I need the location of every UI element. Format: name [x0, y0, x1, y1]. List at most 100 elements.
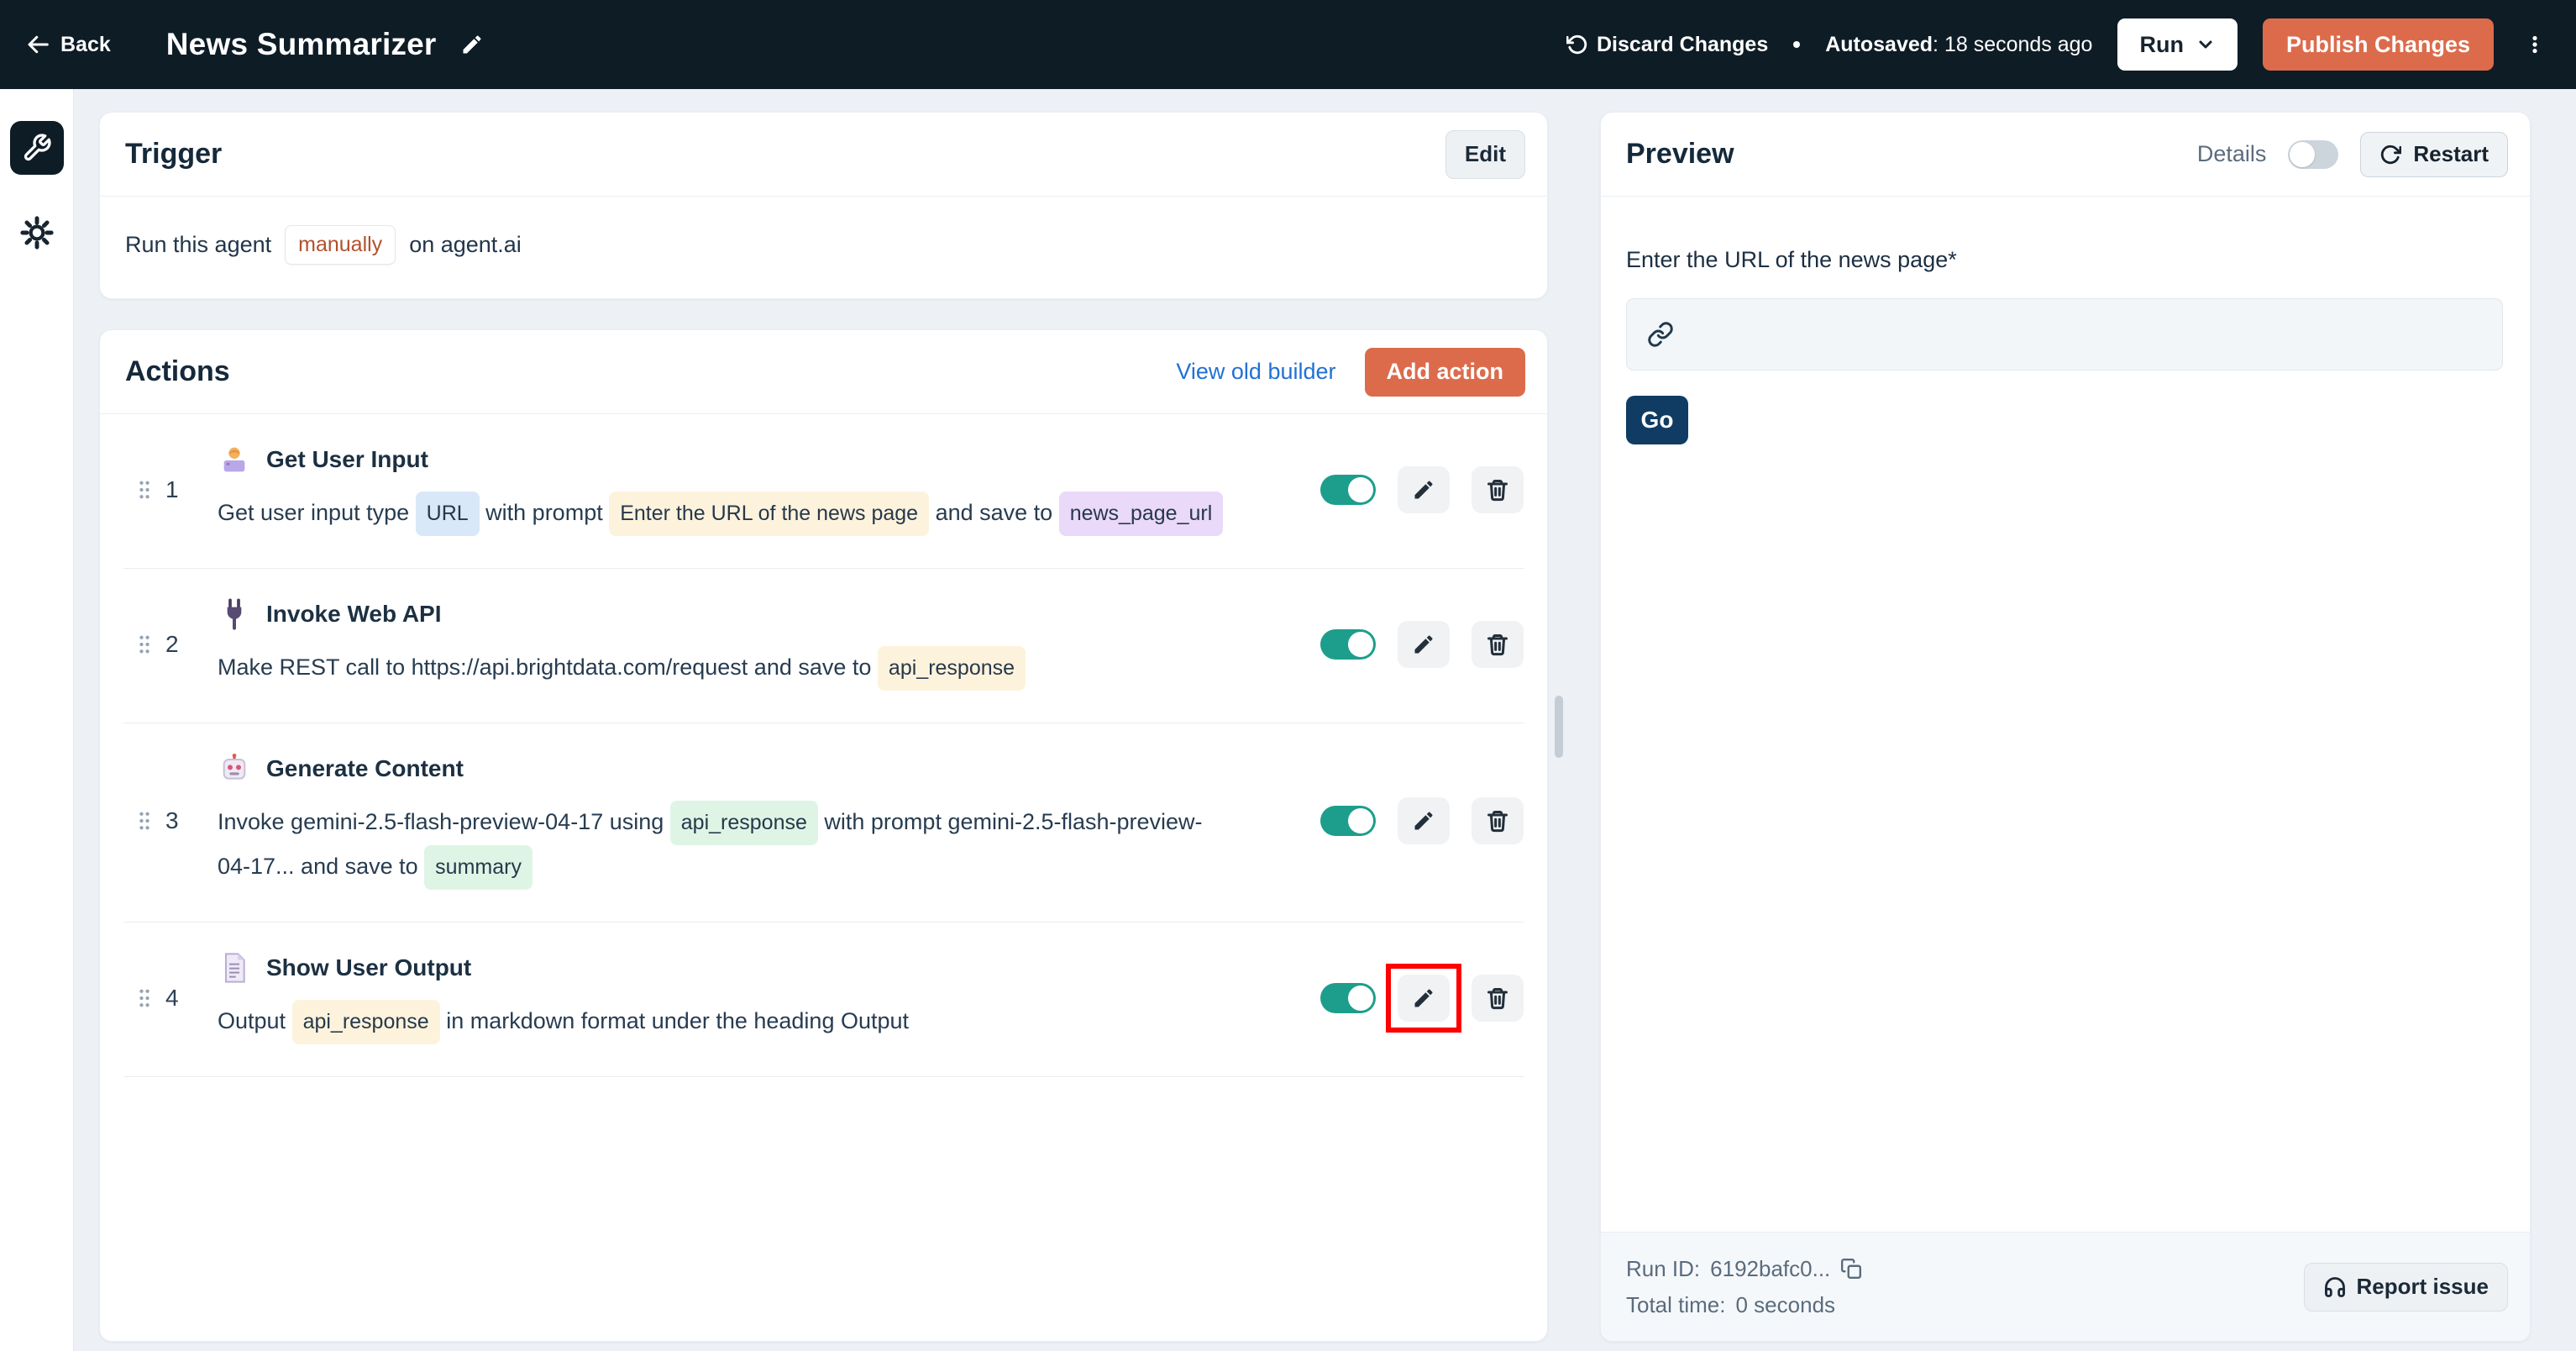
url-field-label: Enter the URL of the news page* — [1626, 247, 1957, 272]
gear-icon — [19, 215, 55, 250]
dot-separator — [1793, 41, 1801, 48]
actions-title: Actions — [125, 355, 230, 387]
url-input[interactable] — [1687, 321, 2482, 348]
action-description: Get user input type URL with prompt Ente… — [218, 492, 1295, 536]
delete-action-button[interactable] — [1472, 465, 1524, 513]
toggle-knob — [1348, 476, 1373, 502]
trash-icon — [1486, 986, 1509, 1010]
action-enabled-toggle[interactable] — [1320, 474, 1376, 505]
drag-handle-icon[interactable] — [137, 479, 152, 501]
settings-tab[interactable] — [19, 215, 55, 250]
trigger-card: Trigger Edit Run this agent manually on … — [99, 112, 1548, 299]
go-button[interactable]: Go — [1626, 396, 1688, 444]
preview-footer: Run ID: 6192bafc0... Total time: 0 secon… — [1601, 1232, 2530, 1341]
description-text: with prompt — [479, 500, 610, 525]
action-number: 3 — [165, 807, 179, 833]
action-number: 1 — [165, 476, 179, 502]
toggle-knob — [1348, 631, 1373, 657]
variable-badge: Enter the URL of the news page — [609, 492, 930, 536]
description-text: in markdown format under the heading Out… — [439, 1008, 910, 1033]
action-enabled-toggle[interactable] — [1320, 806, 1376, 836]
trigger-edit-button[interactable]: Edit — [1445, 129, 1525, 179]
edit-title-icon[interactable] — [460, 33, 484, 56]
pencil-icon — [1412, 478, 1435, 502]
view-old-builder-link[interactable]: View old builder — [1176, 359, 1335, 385]
preview-title: Preview — [1626, 138, 1734, 170]
top-bar: Back News Summarizer Discard Changes Aut… — [0, 0, 2576, 89]
restart-button[interactable]: Restart — [2360, 131, 2508, 177]
history-icon — [1566, 34, 1588, 55]
restart-label: Restart — [2413, 141, 2489, 166]
edit-action-button[interactable] — [1386, 963, 1461, 1033]
vertical-scrollbar-thumb[interactable] — [1555, 696, 1563, 758]
action-title: Get User Input — [266, 446, 428, 472]
page-emoji — [218, 951, 251, 985]
agent-builder-screen: Back News Summarizer Discard Changes Aut… — [0, 0, 2576, 1351]
toggle-knob — [1348, 808, 1373, 833]
trigger-mode-badge[interactable]: manually — [285, 225, 396, 265]
arrow-left-icon — [25, 32, 50, 57]
total-time-label: Total time: — [1626, 1291, 1726, 1317]
headphones-icon — [2323, 1275, 2347, 1299]
plug-emoji — [218, 597, 251, 631]
drag-handle-icon[interactable] — [137, 633, 152, 655]
action-description: Make REST call to https://api.brightdata… — [218, 646, 1295, 691]
pencil-icon — [1412, 633, 1435, 656]
run-button[interactable]: Run — [2117, 18, 2238, 71]
back-button[interactable]: Back — [25, 32, 111, 57]
kebab-menu-icon[interactable] — [2519, 27, 2551, 62]
description-text: Get user input type — [218, 500, 416, 525]
delete-action-button[interactable] — [1472, 797, 1524, 844]
description-text: Invoke gemini-2.5-flash-preview-04-17 us… — [218, 809, 670, 834]
toggle-knob — [2290, 141, 2316, 167]
description-text: Output — [218, 1008, 292, 1033]
variable-badge: api_response — [291, 1000, 440, 1044]
trigger-description: Run this agent manually on agent.ai — [100, 197, 1547, 293]
refresh-icon — [2379, 144, 2402, 166]
action-number: 2 — [165, 630, 179, 657]
trigger-title: Trigger — [125, 138, 223, 170]
edit-action-button[interactable] — [1398, 797, 1450, 844]
variable-badge: URL — [415, 492, 480, 536]
report-issue-button[interactable]: Report issue — [2303, 1262, 2508, 1312]
action-rows: 1 Get User Input Get user input type URL… — [100, 414, 1547, 1077]
pencil-icon — [1412, 986, 1435, 1010]
drag-handle-icon[interactable] — [137, 810, 152, 832]
robot-emoji — [218, 752, 251, 786]
run-id-value: 6192bafc0... — [1710, 1255, 1831, 1281]
add-action-button[interactable]: Add action — [1364, 347, 1525, 397]
description-text: 04-17... and save to — [218, 854, 425, 879]
copy-icon[interactable] — [1840, 1258, 1862, 1280]
action-enabled-toggle[interactable] — [1320, 628, 1376, 660]
back-label: Back — [60, 32, 111, 56]
details-toggle-label: Details — [2196, 141, 2267, 166]
delete-action-button[interactable] — [1472, 974, 1524, 1022]
action-number: 4 — [165, 984, 179, 1011]
page-title: News Summarizer — [165, 27, 437, 61]
trigger-suffix: on agent.ai — [409, 232, 522, 257]
total-time-value: 0 seconds — [1735, 1291, 1836, 1317]
chevron-down-icon — [2196, 34, 2216, 55]
edit-action-button[interactable] — [1398, 620, 1450, 668]
technologist-emoji — [218, 443, 251, 476]
variable-badge: news_page_url — [1058, 492, 1224, 536]
variable-badge: summary — [424, 845, 533, 890]
publish-changes-button[interactable]: Publish Changes — [2262, 18, 2494, 71]
left-rail — [0, 89, 74, 1351]
delete-action-button[interactable] — [1472, 620, 1524, 668]
url-field[interactable] — [1626, 298, 2503, 371]
action-row: 3 Generate Content Invoke gemini-2.5-fla… — [123, 723, 1524, 923]
discard-changes-button[interactable]: Discard Changes — [1566, 33, 1768, 57]
autosave-value: : 18 seconds ago — [1933, 32, 2093, 56]
edit-action-button[interactable] — [1398, 465, 1450, 513]
trigger-prefix: Run this agent — [125, 232, 272, 257]
drag-handle-icon[interactable] — [137, 987, 152, 1009]
variable-badge: api_response — [877, 646, 1026, 691]
builder-tab-active[interactable] — [9, 121, 64, 175]
actions-card: Actions View old builder Add action 1 Ge… — [99, 329, 1548, 1342]
variable-badge: api_response — [669, 801, 818, 845]
autosave-status: Autosaved: 18 seconds ago — [1825, 33, 2092, 57]
action-enabled-toggle[interactable] — [1320, 982, 1376, 1013]
details-toggle[interactable] — [2288, 139, 2339, 169]
autosave-label: Autosaved — [1825, 32, 1933, 56]
